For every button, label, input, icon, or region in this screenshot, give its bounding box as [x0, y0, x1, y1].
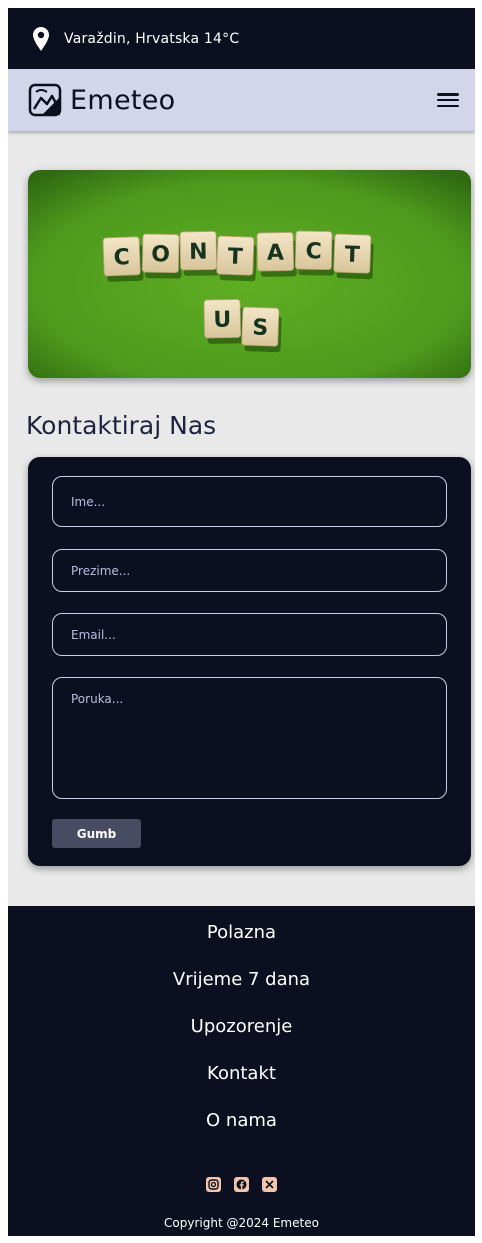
page-title: Kontaktiraj Nas — [26, 411, 217, 440]
tile-letter: U — [213, 308, 231, 333]
facebook-icon[interactable] — [234, 1177, 249, 1192]
tile-letter: A — [267, 241, 284, 266]
contact-form: Gumb — [28, 457, 471, 866]
footer: Polazna Vrijeme 7 dana Upozorenje Kontak… — [8, 906, 475, 1236]
instagram-icon[interactable] — [206, 1177, 221, 1192]
hamburger-menu-icon[interactable] — [435, 90, 461, 110]
scrabble-tile-c: C — [294, 230, 335, 276]
prezime-input[interactable] — [52, 549, 447, 592]
footer-link-polazna[interactable]: Polazna — [8, 922, 475, 943]
tile-letter: N — [189, 240, 208, 265]
ime-input[interactable] — [52, 476, 447, 527]
tile-letter: S — [252, 315, 269, 341]
tile-letter: O — [151, 242, 170, 267]
scrabble-tile-u: U — [203, 299, 244, 344]
map-pin-icon — [33, 26, 49, 51]
navbar: Emeteo — [8, 69, 475, 131]
submit-button[interactable]: Gumb — [52, 819, 141, 848]
tile-letter: C — [113, 245, 130, 271]
scrabble-tile-s: S — [241, 306, 282, 353]
scrabble-tile-a: A — [256, 232, 297, 277]
tile-letter: T — [227, 244, 243, 270]
social-links — [8, 1177, 475, 1192]
scrabble-tile-n: N — [179, 231, 220, 276]
contact-us-scrabble-image: C O N T A C TU S — [28, 170, 471, 378]
emeteo-logo-icon — [28, 83, 62, 117]
scrabble-tile-t: T — [216, 235, 257, 282]
tile-letter: T — [344, 242, 360, 268]
page: Varaždin, Hrvatska 14°C Emeteo C O N T A… — [8, 8, 475, 1236]
scrabble-tile-o: O — [141, 233, 182, 279]
location-weather-text: Varaždin, Hrvatska 14°C — [64, 30, 240, 47]
email-input[interactable] — [52, 613, 447, 656]
tile-letter: C — [305, 239, 322, 264]
x-twitter-icon[interactable] — [262, 1177, 277, 1192]
footer-link-upozorenje[interactable]: Upozorenje — [8, 1016, 475, 1037]
brand-name: Emeteo — [70, 84, 176, 116]
footer-link-o-nama[interactable]: O nama — [8, 1110, 475, 1131]
hero-image: CONTACTUS — [28, 170, 471, 378]
copyright-text: Copyright @2024 Emeteo — [164, 1216, 319, 1230]
scrabble-tile-t: T — [333, 233, 374, 280]
poruka-textarea[interactable] — [52, 677, 447, 799]
top-location-bar: Varaždin, Hrvatska 14°C — [8, 8, 475, 69]
footer-link-vrijeme-7-dana[interactable]: Vrijeme 7 dana — [8, 969, 475, 990]
footer-link-kontakt[interactable]: Kontakt — [8, 1063, 475, 1084]
brand[interactable]: Emeteo — [28, 83, 176, 117]
scrabble-tile-c: C — [102, 236, 144, 282]
